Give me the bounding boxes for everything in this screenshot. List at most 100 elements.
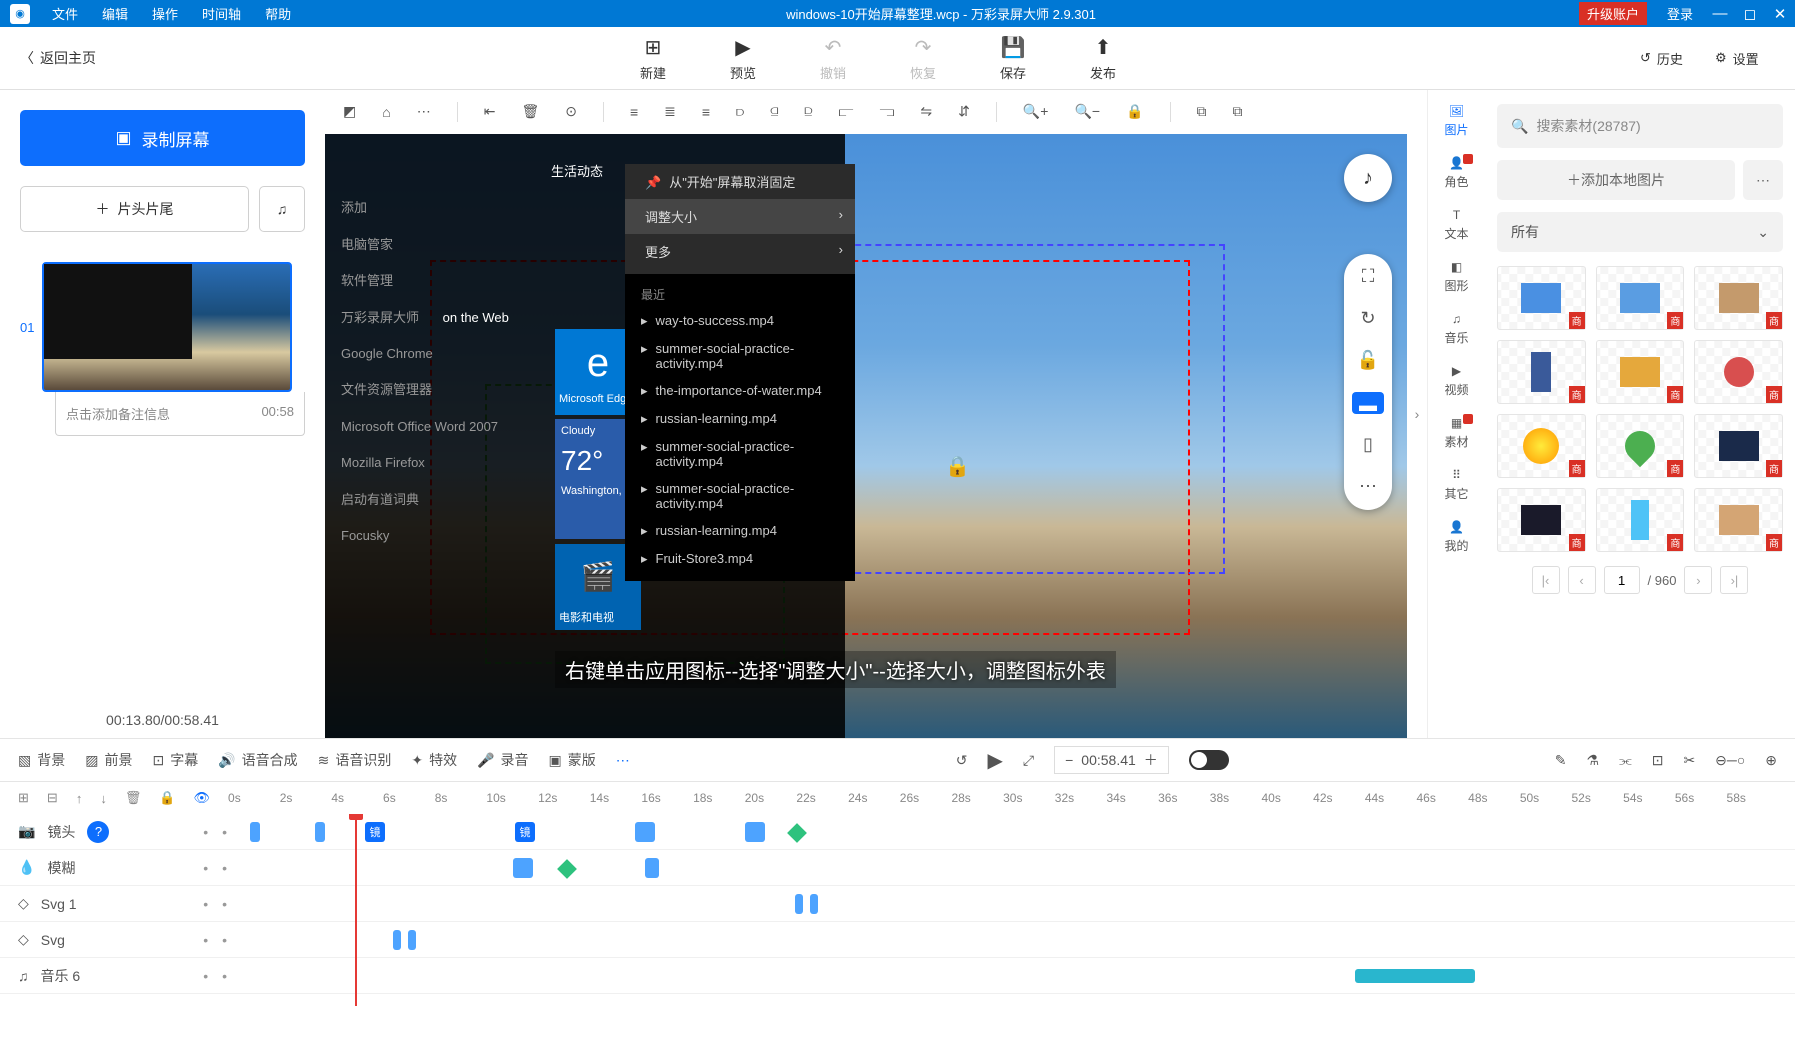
more-options-button[interactable]: ⋯ [1743, 160, 1783, 200]
settings-button[interactable]: ⚙设置 [1715, 49, 1765, 68]
tl-down-icon[interactable]: ↓ [100, 791, 107, 806]
menu-action[interactable]: 操作 [140, 4, 190, 23]
float-unlock-icon[interactable]: 🔓 [1357, 350, 1379, 372]
align-bottom-icon[interactable]: ⫒ [804, 103, 812, 120]
link-icon[interactable]: ⫘ [1619, 752, 1632, 769]
target-icon[interactable]: ⊙ [565, 103, 577, 120]
tts-button[interactable]: 🔊语音合成 [218, 750, 297, 770]
tl-trash-icon[interactable]: 🗑 [125, 790, 142, 806]
fg-button[interactable]: ▨前景 [85, 750, 132, 770]
history-button[interactable]: ↺历史 [1640, 49, 1690, 68]
asset-item[interactable]: 商 [1497, 340, 1586, 404]
publish-button[interactable]: ⬆发布 [1078, 35, 1128, 82]
preview-button[interactable]: ▶预览 [718, 35, 768, 82]
menu-help[interactable]: 帮助 [253, 4, 303, 23]
page-next-button[interactable]: › [1684, 566, 1712, 594]
panel-expand-button[interactable]: › [1407, 90, 1427, 738]
align-top-icon[interactable]: ⫐ [736, 103, 744, 120]
tl-add-icon[interactable]: ⊞ [18, 790, 29, 806]
undo-button[interactable]: ↶撤销 [808, 35, 858, 82]
asset-filter-dropdown[interactable]: 所有⌄ [1497, 212, 1783, 252]
mask-button[interactable]: ▣蒙版 [549, 750, 596, 770]
float-fullscreen-icon[interactable]: ⛶ [1362, 266, 1375, 288]
align-right-icon[interactable]: ≡ [702, 104, 710, 120]
asset-item[interactable]: 商 [1694, 266, 1783, 330]
save-button[interactable]: 💾保存 [988, 35, 1038, 82]
zoom-slider-minus[interactable]: ⊖─○ [1715, 752, 1745, 769]
play-icon[interactable]: ▶ [988, 748, 1003, 773]
marker-icon[interactable]: ⊡ [1652, 752, 1664, 769]
lock-icon[interactable]: 🔒 [1126, 103, 1143, 120]
track-body-camera[interactable]: 镜 镜 [245, 814, 1795, 849]
time-plus-button[interactable]: ＋ [1144, 750, 1158, 770]
ctx-unpin[interactable]: 📌从"开始"屏幕取消固定 [625, 164, 855, 199]
cut-start-icon[interactable]: ⇤ [484, 103, 496, 120]
align-center-icon[interactable]: ≣ [664, 103, 676, 120]
new-button[interactable]: ⊞新建 [628, 35, 678, 82]
help-icon[interactable]: ? [87, 821, 109, 843]
flip-h-icon[interactable]: ⇋ [920, 103, 932, 120]
rewind-icon[interactable]: ↺ [956, 752, 968, 769]
asset-item[interactable]: 商 [1596, 266, 1685, 330]
toggle-switch[interactable] [1189, 750, 1229, 770]
expand-icon[interactable]: ⤢ [1023, 752, 1034, 769]
filter-icon[interactable]: ⚗ [1587, 752, 1600, 769]
float-screen-icon[interactable]: ▬ [1352, 392, 1384, 414]
track-body-svg1[interactable] [245, 886, 1795, 921]
ctx-more[interactable]: 更多› [625, 234, 855, 269]
crop-icon[interactable]: ◩ [343, 103, 356, 120]
float-music-button[interactable]: ♪ [1344, 154, 1392, 202]
home-icon[interactable]: ⌂ [382, 104, 390, 120]
zoom-out-icon[interactable]: 🔍− [1074, 103, 1100, 120]
cat-video[interactable]: ▶视频 [1444, 364, 1468, 398]
align-left-icon[interactable]: ≡ [630, 104, 638, 120]
asset-item[interactable]: 商 [1694, 340, 1783, 404]
clip-note-placeholder[interactable]: 点击添加备注信息 [66, 404, 170, 423]
subtitle-button[interactable]: ⊡字幕 [152, 750, 198, 770]
more-button[interactable]: ⋯ [616, 752, 630, 769]
asset-item[interactable]: 商 [1596, 414, 1685, 478]
asset-item[interactable]: 商 [1497, 488, 1586, 552]
zoom-in-icon[interactable]: 🔍+ [1023, 103, 1049, 120]
track-body-blur[interactable] [245, 850, 1795, 885]
cat-image[interactable]: 🖼图片 [1444, 104, 1468, 138]
cut-icon[interactable]: ✂ [1683, 752, 1695, 769]
back-home-button[interactable]: 〈 返回主页 [0, 48, 116, 68]
cat-other[interactable]: ⠿其它 [1444, 468, 1468, 502]
bg-button[interactable]: ▧背景 [18, 750, 65, 770]
cat-mine[interactable]: 👤我的 [1444, 520, 1468, 554]
cat-role[interactable]: 👤角色 [1444, 156, 1468, 190]
page-input[interactable] [1604, 566, 1640, 594]
asset-item[interactable]: 商 [1694, 488, 1783, 552]
time-minus-button[interactable]: − [1065, 752, 1073, 768]
record-audio-button[interactable]: 🎤录音 [477, 750, 528, 770]
tl-folder-icon[interactable]: ⊟ [47, 790, 58, 806]
menu-timeline[interactable]: 时间轴 [190, 4, 253, 23]
asset-search-input[interactable]: 🔍搜索素材(28787) [1497, 104, 1783, 148]
more-icon[interactable]: ⋯ [417, 103, 431, 120]
upgrade-account[interactable]: 升级账户 [1579, 2, 1647, 25]
dist-v-icon[interactable]: ⫎ [880, 103, 895, 120]
asset-item[interactable]: 商 [1596, 340, 1685, 404]
add-local-image-button[interactable]: ＋ 添加本地图片 [1497, 160, 1735, 200]
tl-up-icon[interactable]: ↑ [76, 791, 83, 806]
minimize-button[interactable]: — [1705, 5, 1735, 22]
asset-item[interactable]: 商 [1497, 266, 1586, 330]
paste-icon[interactable]: ⧉ [1233, 103, 1243, 120]
delete-icon[interactable]: 🗑 [521, 103, 539, 120]
menu-edit[interactable]: 编辑 [90, 4, 140, 23]
fx-button[interactable]: ✦特效 [411, 750, 457, 770]
cat-text[interactable]: T文本 [1444, 208, 1468, 242]
copy-icon[interactable]: ⧉ [1197, 103, 1207, 120]
page-last-button[interactable]: ›| [1720, 566, 1748, 594]
record-screen-button[interactable]: ▣录制屏幕 [20, 110, 305, 166]
edit-icon[interactable]: ✎ [1555, 752, 1567, 769]
timeline-ruler[interactable]: 0s2s4s6s8s10s12s14s16s18s20s22s24s26s28s… [228, 791, 1777, 805]
menu-file[interactable]: 文件 [40, 4, 90, 23]
page-prev-button[interactable]: ‹ [1568, 566, 1596, 594]
tl-eye-icon[interactable]: 👁 [194, 790, 211, 806]
asset-item[interactable]: 商 [1596, 488, 1685, 552]
maximize-button[interactable]: ◻ [1735, 5, 1765, 23]
redo-button[interactable]: ↷恢复 [898, 35, 948, 82]
asset-item[interactable]: 商 [1694, 414, 1783, 478]
